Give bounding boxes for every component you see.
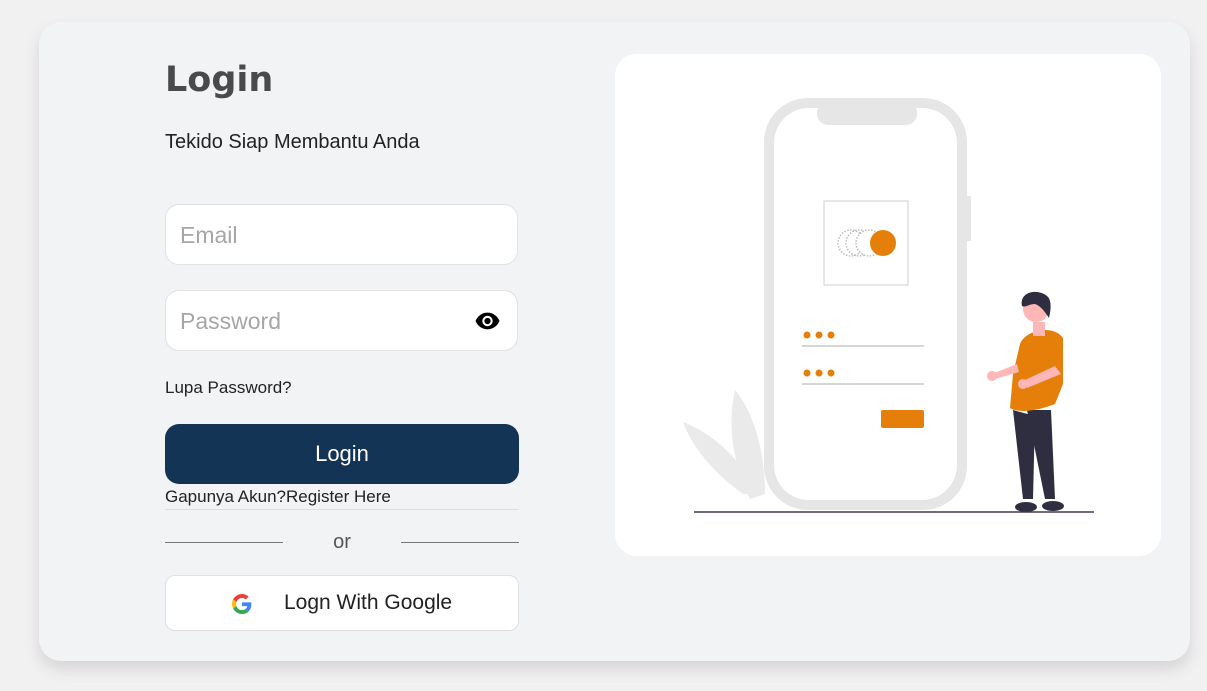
page-subtitle: Tekido Siap Membantu Anda — [165, 131, 420, 153]
or-divider: or — [165, 531, 519, 555]
password-input[interactable] — [178, 291, 472, 352]
email-field — [165, 204, 518, 266]
register-link[interactable]: Register Here — [286, 487, 391, 506]
illustration-panel — [615, 54, 1161, 556]
register-prompt: Gapunya Akun? — [165, 487, 286, 506]
google-logo-icon — [232, 594, 252, 614]
register-row: Gapunya Akun?Register Here — [165, 487, 519, 510]
google-login-label: Logn With Google — [284, 591, 453, 614]
email-input[interactable] — [178, 205, 472, 266]
plant-illustration — [683, 390, 765, 499]
page-title: Login — [165, 60, 274, 100]
login-illustration — [683, 98, 1094, 513]
google-login-button[interactable]: Logn With Google — [165, 575, 519, 631]
login-card: Login Tekido Siap Membantu Anda Lupa Pas… — [39, 22, 1190, 661]
person-illustration — [987, 291, 1064, 512]
forgot-password-link[interactable]: Lupa Password? — [165, 378, 292, 398]
divider-line-right — [401, 542, 519, 543]
login-button[interactable]: Login — [165, 424, 519, 484]
eye-icon[interactable] — [475, 310, 500, 332]
phone-illustration — [764, 98, 971, 510]
password-field — [165, 290, 518, 352]
